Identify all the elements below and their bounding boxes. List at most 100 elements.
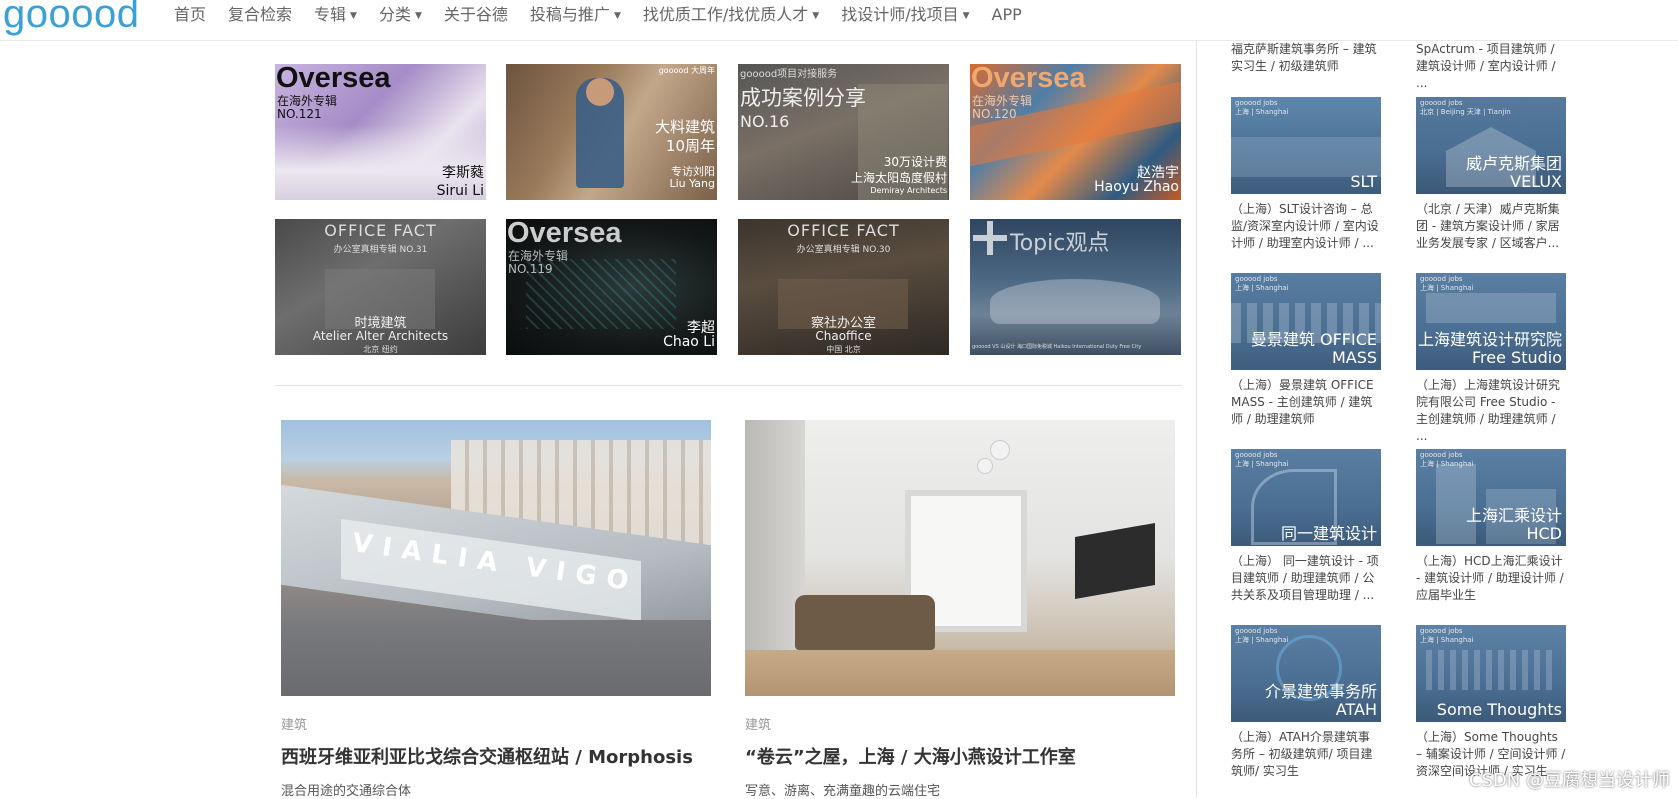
tile-name-en: Chao Li	[663, 334, 715, 350]
tile-title: OFFICE FACT	[787, 221, 900, 240]
job-company: 上海建筑设计研究院 Free Studio	[1417, 330, 1562, 367]
tile-oversea-119[interactable]: Oversea 在海外专辑 NO.119 李超 Chao Li	[506, 219, 717, 355]
job-company: 介景建筑事务所 ATAH	[1264, 682, 1377, 719]
job-city: 上海 | Shanghai	[1235, 108, 1289, 116]
tile-number: NO.121	[277, 107, 322, 121]
plus-icon	[973, 221, 1007, 255]
job-caption[interactable]: （上海）HCD上海汇乘设计 - 建筑设计师 / 助理设计师 / 应届毕业生	[1416, 553, 1566, 604]
tile-name-en: Chaoffice	[815, 329, 872, 343]
feature-title[interactable]: “卷云”之屋，上海 / 大海小燕设计工作室	[745, 743, 1076, 769]
top-navbar: gooood 首页 复合检索 专辑 ▼ 分类 ▼ 关于谷德 投稿与推广 ▼ 找优质工作…	[0, 0, 1678, 41]
job-caption[interactable]: （上海）SLT设计咨询 – 总监/资深室内设计师 / 室内设计师 / 助理室内设…	[1231, 201, 1381, 252]
feature-title[interactable]: 西班牙维亚利亚比戈综合交通枢纽站 / Morphosis	[281, 743, 693, 769]
job-image-slt[interactable]: gooood jobs 上海 | Shanghai SLT	[1231, 97, 1381, 194]
job-image-hcd[interactable]: gooood jobs 上海 | Shanghai 上海汇乘设计 HCD	[1416, 449, 1566, 546]
tile-extra: gooood VS 山设计 海口国际免税城 Haikou Internation…	[972, 344, 1142, 350]
feature-category[interactable]: 建筑	[745, 714, 771, 733]
tile-subtitle: 办公室真相专辑 NO.30	[796, 245, 891, 255]
feature-category[interactable]: 建筑	[281, 714, 307, 733]
job-city: 上海 | Shanghai	[1420, 284, 1474, 292]
tile-number: NO.119	[508, 262, 553, 276]
job-caption[interactable]: （北京 / 天津）威卢克斯集团 - 建筑方案设计师 / 家居业务发展专家 / 区…	[1416, 201, 1566, 252]
nav-app[interactable]: APP	[981, 4, 1033, 27]
tile-office-fact-30[interactable]: OFFICE FACT 办公室真相专辑 NO.30 察社办公室 Chaoffic…	[738, 219, 949, 355]
tile-number: 10周年	[665, 137, 715, 155]
tile-name-cn: 30万设计费	[883, 155, 947, 169]
nav-submit-promote[interactable]: 投稿与推广 ▼	[519, 4, 632, 27]
job-image-free-studio[interactable]: gooood jobs 上海 | Shanghai 上海建筑设计研究院 Free …	[1416, 273, 1566, 370]
tile-oversea-120[interactable]: Oversea 在海外专辑 NO.120 赵浩宇 Haoyu Zhao	[970, 64, 1181, 200]
section-divider	[275, 385, 1182, 386]
nav-about[interactable]: 关于谷德	[433, 4, 519, 27]
tile-small-label: gooood 大周年	[658, 66, 715, 75]
nav-jobs[interactable]: 找优质工作/找优质人才 ▼	[632, 4, 830, 27]
job-caption[interactable]: （上海） 同一建筑设计 - 项目建筑师 / 助理建筑师 / 公共关系及项目管理助…	[1231, 553, 1381, 604]
gooood-logo[interactable]: gooood	[3, 0, 139, 37]
job-city: 北京 | Beijing 天津 | Tianjin	[1420, 108, 1511, 116]
job-city: 上海 | Shanghai	[1235, 460, 1289, 468]
job-tag: gooood jobs	[1235, 627, 1278, 635]
job-city: 上海 | Shanghai	[1235, 284, 1289, 292]
job-caption[interactable]: （上海）上海建筑设计研究院有限公司 Free Studio - 主创建筑师 / …	[1416, 377, 1566, 445]
tile-extra: 中国 北京	[826, 345, 861, 354]
job-image-atah[interactable]: gooood jobs 上海 | Shanghai 介景建筑事务所 ATAH	[1231, 625, 1381, 722]
sidebar-divider	[1196, 40, 1197, 798]
caret-down-icon: ▼	[414, 10, 422, 21]
job-tag: gooood jobs	[1420, 627, 1463, 635]
job-tag: gooood jobs	[1420, 275, 1463, 283]
tile-topic[interactable]: Topic观点 gooood VS 山设计 海口国际免税城 Haikou Int…	[970, 219, 1181, 355]
tile-title: OFFICE FACT	[324, 221, 437, 240]
nav-categories[interactable]: 分类 ▼	[368, 4, 433, 27]
caret-down-icon: ▼	[613, 10, 621, 21]
job-city: 上海 | Shanghai	[1420, 636, 1474, 644]
tile-office-fact-31[interactable]: OFFICE FACT 办公室真相专辑 NO.31 时境建筑 Atelier A…	[275, 219, 486, 355]
tile-name-en: Sirui Li	[436, 183, 484, 199]
caret-down-icon: ▼	[962, 10, 970, 21]
job-tag: gooood jobs	[1420, 451, 1463, 459]
job-company: 威卢克斯集团 VELUX	[1465, 154, 1562, 191]
tile-number: NO.120	[972, 107, 1017, 121]
tile-title: Oversea	[971, 64, 1086, 94]
job-image-tongyi[interactable]: gooood jobs 上海 | Shanghai 同一建筑设计	[1231, 449, 1381, 546]
tile-number: NO.16	[740, 112, 790, 131]
main-menu: 首页 复合检索 专辑 ▼ 分类 ▼ 关于谷德 投稿与推广 ▼ 找优质工作/找优质人才 ▼…	[163, 4, 1033, 27]
job-caption[interactable]: 福克萨斯建筑事务所 – 建筑实习生 / 初级建筑师	[1231, 41, 1381, 75]
tile-extra: 北京 纽约	[363, 345, 398, 354]
tile-case-share[interactable]: gooood项目对接服务 成功案例分享 NO.16 30万设计费 上海太阳岛度假…	[738, 64, 949, 200]
job-city: 上海 | Shanghai	[1420, 460, 1474, 468]
tile-title: Oversea	[276, 64, 391, 94]
tile-oversea-121[interactable]: Oversea 在海外专辑 NO.121 李斯蕤 Sirui Li	[275, 64, 486, 200]
tile-extra: Demiray Architects	[870, 186, 947, 195]
job-company: 上海汇乘设计 HCD	[1465, 506, 1562, 543]
job-city: 上海 | Shanghai	[1235, 636, 1289, 644]
nav-albums[interactable]: 专辑 ▼	[303, 4, 368, 27]
job-tag: gooood jobs	[1235, 451, 1278, 459]
job-company: Some Thoughts	[1436, 700, 1562, 719]
job-tag: gooood jobs	[1235, 275, 1278, 283]
feature-image-vialia[interactable]: VIALIA VIGO	[281, 420, 711, 696]
tile-name-en: Atelier Alter Architects	[312, 329, 449, 343]
nav-home[interactable]: 首页	[163, 4, 217, 27]
job-company: SLT	[1350, 172, 1377, 191]
tile-anniversary[interactable]: gooood 大周年 大料建筑 10周年 专访刘阳 Liu Yang	[506, 64, 717, 200]
job-caption[interactable]: （上海）ATAH介景建筑事务所 – 初级建筑师/ 项目建筑师/ 实习生	[1231, 729, 1381, 780]
job-tag: gooood jobs	[1235, 99, 1278, 107]
tile-title: Oversea	[507, 219, 622, 249]
job-image-some-thoughts[interactable]: gooood jobs 上海 | Shanghai Some Thoughts	[1416, 625, 1566, 722]
feature-image-house[interactable]	[745, 420, 1175, 696]
nav-designers[interactable]: 找设计师/找项目 ▼	[830, 4, 980, 27]
tile-name-en: Liu Yang	[669, 177, 715, 190]
feature-subtitle: 写意、游离、充满童趣的云端住宅	[745, 784, 941, 799]
job-caption[interactable]: （上海）曼景建筑 OFFICE MASS - 主创建筑师 / 建筑师 / 助理建…	[1231, 377, 1381, 428]
caret-down-icon: ▼	[812, 10, 820, 21]
caret-down-icon: ▼	[350, 10, 357, 21]
nav-advanced-search[interactable]: 复合检索	[217, 4, 303, 27]
tile-name-en: Haoyu Zhao	[1094, 179, 1179, 195]
job-image-velux[interactable]: gooood jobs 北京 | Beijing 天津 | Tianjin 威卢克…	[1416, 97, 1566, 194]
tile-subtitle: 大料建筑	[654, 118, 715, 136]
tile-subtitle: 办公室真相专辑 NO.31	[333, 245, 428, 255]
csdn-watermark: CSDN @豆腐想当设计师	[1468, 770, 1670, 791]
job-company: 曼景建筑 OFFICE MASS	[1250, 330, 1377, 367]
job-image-office-mass[interactable]: gooood jobs 上海 | Shanghai 曼景建筑 OFFICE MAS…	[1231, 273, 1381, 370]
job-caption[interactable]: SpActrum - 项目建筑师 / 建筑设计师 / 室内设计师 / ...	[1416, 41, 1566, 92]
